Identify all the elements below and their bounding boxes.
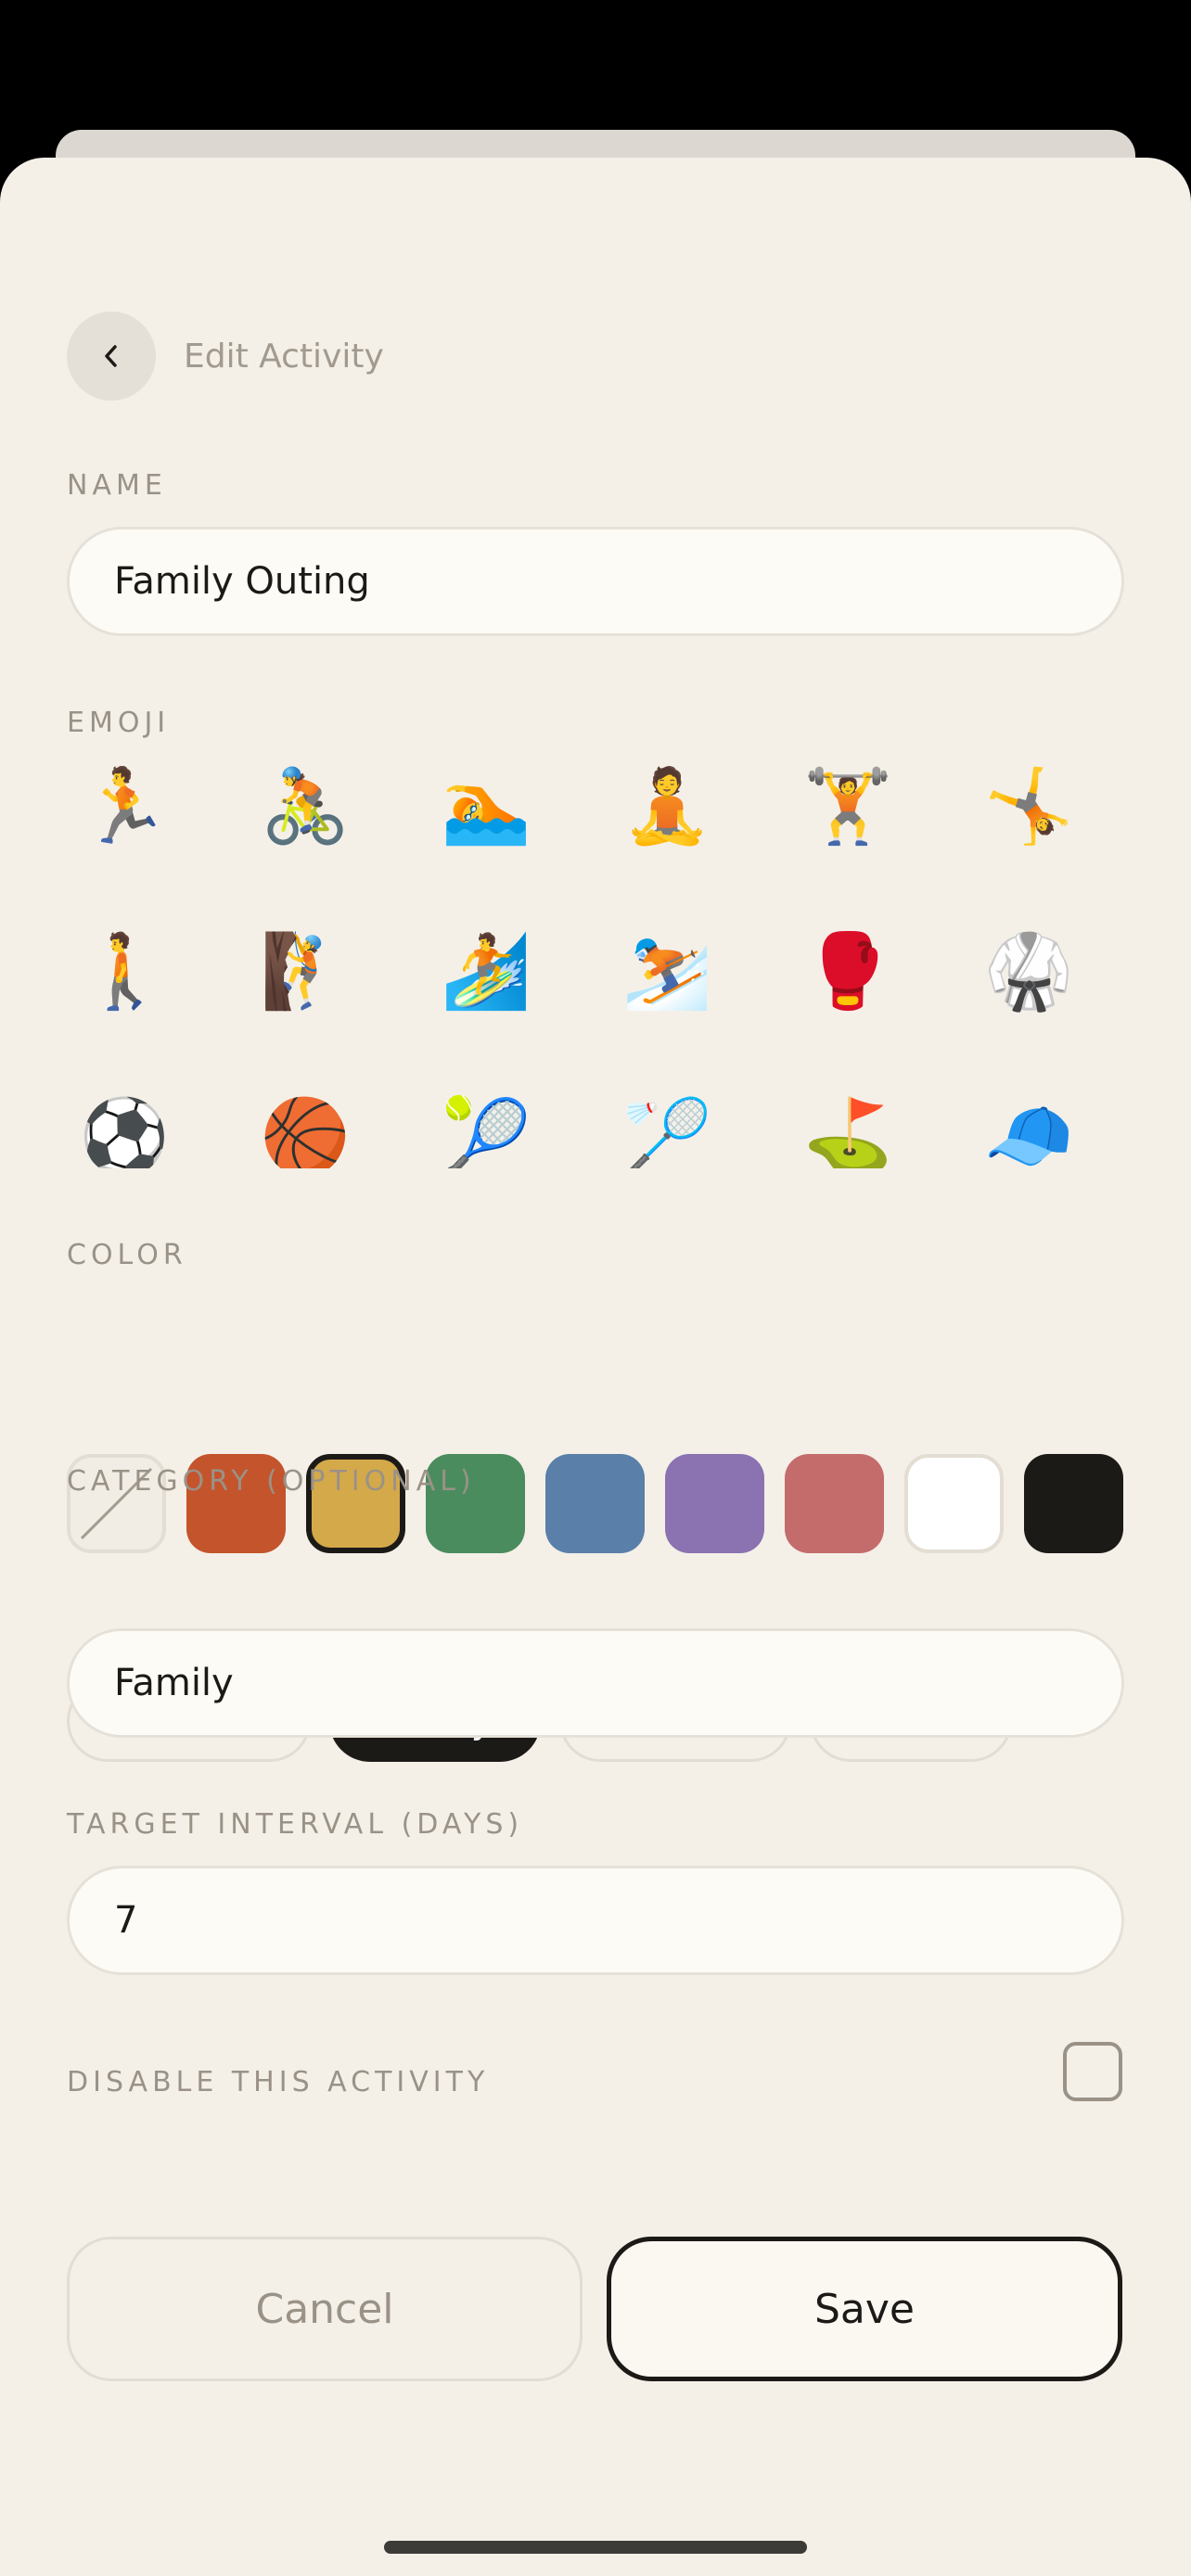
emoji-option[interactable]: 🚶 [69, 916, 180, 1027]
emoji-grid: 🏃 🚴 🏊 🧘 🏋️ 🤸 🚶 🧗 🏄 ⛷️ 🥊 🥋 ⚽ 🏀 🎾 🏸 ⛳ 🧢 [67, 751, 1124, 1168]
name-label: NAME [67, 469, 167, 502]
header: Edit Activity [67, 312, 384, 401]
emoji-option[interactable]: 🎾 [430, 1081, 542, 1168]
emoji-option[interactable]: 🤸 [973, 751, 1084, 862]
page-title: Edit Activity [184, 337, 384, 376]
category-input[interactable]: Family [67, 1628, 1124, 1738]
category-label: CATEGORY (OPTIONAL) [67, 1465, 476, 1498]
emoji-label: EMOJI [67, 707, 171, 739]
color-swatch[interactable] [665, 1454, 764, 1553]
color-swatch[interactable] [1024, 1454, 1123, 1553]
interval-label: TARGET INTERVAL (DAYS) [67, 1808, 524, 1841]
emoji-option[interactable]: 🥊 [792, 916, 903, 1027]
interval-input[interactable]: 7 [67, 1866, 1124, 1975]
emoji-option[interactable]: ⛷️ [611, 916, 723, 1027]
name-input-value: Family Outing [114, 560, 370, 603]
emoji-option[interactable]: 🏋️ [792, 751, 903, 862]
emoji-option[interactable]: 🏄 [430, 916, 542, 1027]
emoji-option[interactable]: 🧗 [250, 916, 361, 1027]
disable-checkbox[interactable] [1063, 2042, 1122, 2101]
color-label: COLOR [67, 1239, 187, 1271]
home-indicator [384, 2541, 807, 2554]
emoji-option[interactable]: 🧢 [973, 1081, 1084, 1168]
emoji-option[interactable]: ⛳ [792, 1081, 903, 1168]
disable-label: DISABLE THIS ACTIVITY [67, 2066, 490, 2098]
color-swatch[interactable] [785, 1454, 884, 1553]
back-button[interactable] [67, 312, 156, 401]
emoji-option[interactable]: 🥋 [973, 916, 1084, 1027]
emoji-option[interactable]: 🏃 [69, 751, 180, 862]
category-input-value: Family [114, 1662, 234, 1704]
color-swatch[interactable] [904, 1454, 1004, 1553]
emoji-option[interactable]: ⚽ [69, 1081, 180, 1168]
interval-input-value: 7 [114, 1899, 138, 1942]
name-input[interactable]: Family Outing [67, 527, 1124, 636]
emoji-option[interactable]: 🏸 [611, 1081, 723, 1168]
emoji-option[interactable]: 🏊 [430, 751, 542, 862]
cancel-button[interactable]: Cancel [67, 2237, 583, 2381]
emoji-option[interactable]: 🚴 [250, 751, 361, 862]
color-swatch[interactable] [545, 1454, 645, 1553]
save-button[interactable]: Save [607, 2237, 1122, 2381]
emoji-option[interactable]: 🧘 [611, 751, 723, 862]
emoji-option[interactable]: 🏀 [250, 1081, 361, 1168]
edit-activity-sheet: Edit Activity NAME Family Outing EMOJI 🏃… [0, 158, 1191, 2576]
chevron-left-icon [105, 345, 117, 367]
